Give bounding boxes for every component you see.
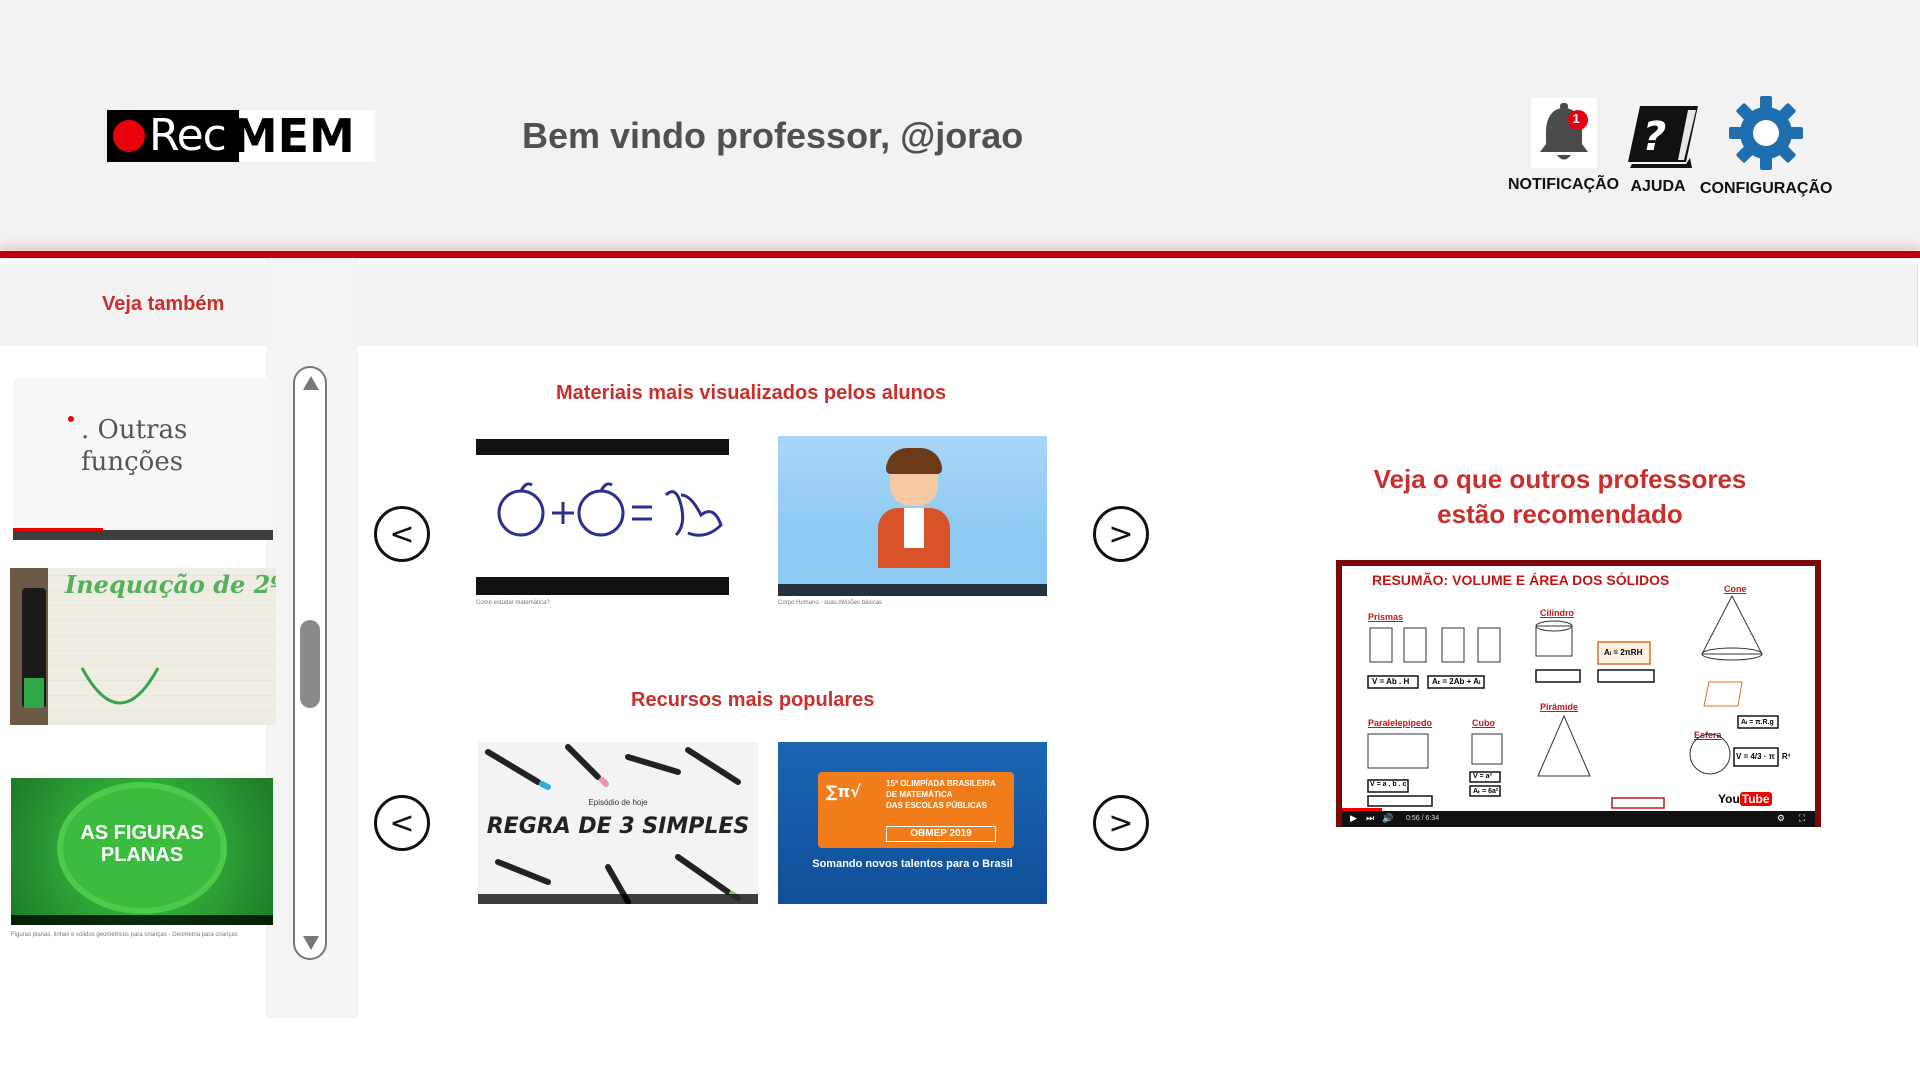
record-dot-icon: [113, 120, 145, 152]
youtube-logo-icon: You Tube: [1718, 792, 1772, 806]
formula-volume-esfera: V = 4/3 · π · R³: [1736, 752, 1791, 761]
obmep-subtitle: Somando novos talentos para o Brasil: [812, 858, 1013, 870]
scroll-down-arrow-icon[interactable]: [303, 936, 319, 950]
sidebar-item-caption: Figuras planas, linhas e sólidos geométr…: [11, 932, 238, 938]
sidebar-video-figuras-planas[interactable]: AS FIGURAS PLANAS: [11, 778, 273, 925]
video-overline: Episódio de hoje: [588, 798, 648, 807]
recommended-title-line1: Veja o que outros professores: [1373, 464, 1747, 494]
obmep-title-line: DE MATEMÁTICA: [886, 790, 953, 799]
recommended-title-line2: estão recomendado: [1437, 499, 1683, 529]
most-viewed-caption-2: Corpo Humano - suas divisões básicas: [778, 600, 883, 606]
app-logo[interactable]: Rec MEM: [107, 110, 375, 162]
sidebar-item-title: AS FIGURAS PLANAS: [80, 822, 204, 866]
recommended-video[interactable]: RESUMÃO: VOLUME E ÁREA DOS SÓLIDOS Prism…: [1336, 560, 1821, 827]
volume-icon[interactable]: 🔊: [1382, 813, 1393, 824]
settings-small-icon[interactable]: ⚙: [1777, 813, 1785, 824]
notification-label: NOTIFICAÇÃO: [1508, 176, 1620, 193]
bell-icon: 1: [1530, 98, 1597, 168]
next-icon[interactable]: ⏭: [1366, 813, 1374, 824]
recommended-title: Veja o que outros professores estão reco…: [1330, 462, 1790, 532]
obmep-logo-icon: ∑π√: [826, 782, 861, 801]
sidebar-item-title: Inequação de 2º grau: [65, 570, 276, 599]
video-time: 0:56 / 6:34: [1406, 815, 1440, 822]
most-viewed-next-button[interactable]: >: [1093, 506, 1149, 562]
formula-volume-cubo: V = a³: [1473, 773, 1492, 780]
video-player-controls[interactable]: [778, 584, 1047, 596]
geometry-diagrams: [1367, 594, 1779, 809]
popular-video-regra-de-3[interactable]: Episódio de hoje REGRA DE 3 SIMPLES: [478, 742, 758, 904]
help-book-icon: ?: [1626, 102, 1700, 170]
most-viewed-video-2[interactable]: [778, 436, 1047, 596]
sidebar-video-outras-funcoes[interactable]: . Outras funções: [13, 378, 273, 540]
settings-label: CONFIGURAÇÃO: [1700, 180, 1833, 197]
apple-equation-illustration: [497, 482, 723, 537]
formula-area-lateral-cone: Aₗ = π.R.g: [1741, 719, 1774, 726]
most-viewed-prev-button[interactable]: <: [374, 506, 430, 562]
welcome-message: Bem vindo professor, @jorao: [522, 115, 1024, 156]
sidebar-title: Veja também: [102, 293, 225, 315]
sidebar-scrollbar[interactable]: [293, 366, 327, 960]
logo-text-mem: MEM: [231, 109, 355, 163]
most-viewed-caption-1: Como estudar matemática?: [476, 600, 550, 606]
scroll-up-arrow-icon[interactable]: [303, 376, 319, 390]
logo-text-rec: Rec: [149, 110, 227, 161]
obmep-title-line: DAS ESCOLAS PÚBLICAS: [886, 801, 987, 810]
video-player-controls[interactable]: ▶ ⏭ 🔊 0:56 / 6:34 ⛶ ⚙: [1342, 811, 1815, 827]
popular-prev-button[interactable]: <: [374, 795, 430, 851]
gear-icon: [1727, 94, 1805, 172]
popular-video-obmep[interactable]: ∑π√ 15ª OLIMPÍADA BRASILEIRA DE MATEMÁTI…: [778, 742, 1047, 904]
video-progress: [1342, 808, 1382, 811]
most-viewed-video-1[interactable]: [476, 439, 729, 595]
popular-title: Recursos mais populares: [631, 689, 875, 711]
video-title: REGRA DE 3 SIMPLES: [486, 814, 750, 839]
help-button[interactable]: ? AJUDA: [1626, 102, 1700, 196]
formula-area-lateral-cilindro: Aₗ = 2πRH: [1604, 648, 1643, 657]
video-player-controls[interactable]: [478, 894, 758, 904]
formula-volume-paralelepipedo: V = a . b . c: [1370, 781, 1407, 788]
obmep-badge: OBMEP 2019: [886, 826, 996, 842]
video-player-controls[interactable]: [13, 530, 273, 540]
sidebar-video-inequacao[interactable]: Inequação de 2º grau: [10, 568, 276, 725]
sidebar-item-title: . Outras funções: [81, 415, 188, 477]
scroll-thumb[interactable]: [300, 620, 320, 708]
help-label: AJUDA: [1630, 178, 1686, 195]
video-player-controls[interactable]: [11, 915, 273, 925]
play-icon[interactable]: ▶: [1350, 813, 1357, 824]
most-viewed-title: Materiais mais visualizados pelos alunos: [556, 382, 947, 404]
obmep-title-line: 15ª OLIMPÍADA BRASILEIRA: [886, 779, 996, 788]
header-divider: [0, 251, 1920, 258]
fullscreen-icon[interactable]: ⛶: [1799, 813, 1805, 824]
notification-button[interactable]: 1 NOTIFICAÇÃO: [1508, 98, 1619, 194]
notification-count-badge: 1: [1572, 111, 1580, 126]
settings-button[interactable]: CONFIGURAÇÃO: [1700, 94, 1832, 198]
video-progress: [13, 528, 103, 531]
popular-next-button[interactable]: >: [1093, 795, 1149, 851]
formula-volume-prisma: V = Ab . H: [1372, 677, 1410, 686]
formula-area-cubo: Aₜ = 6a²: [1473, 788, 1499, 795]
formula-area-prisma: Aₜ = 2Ab + Aₗ: [1432, 677, 1481, 686]
